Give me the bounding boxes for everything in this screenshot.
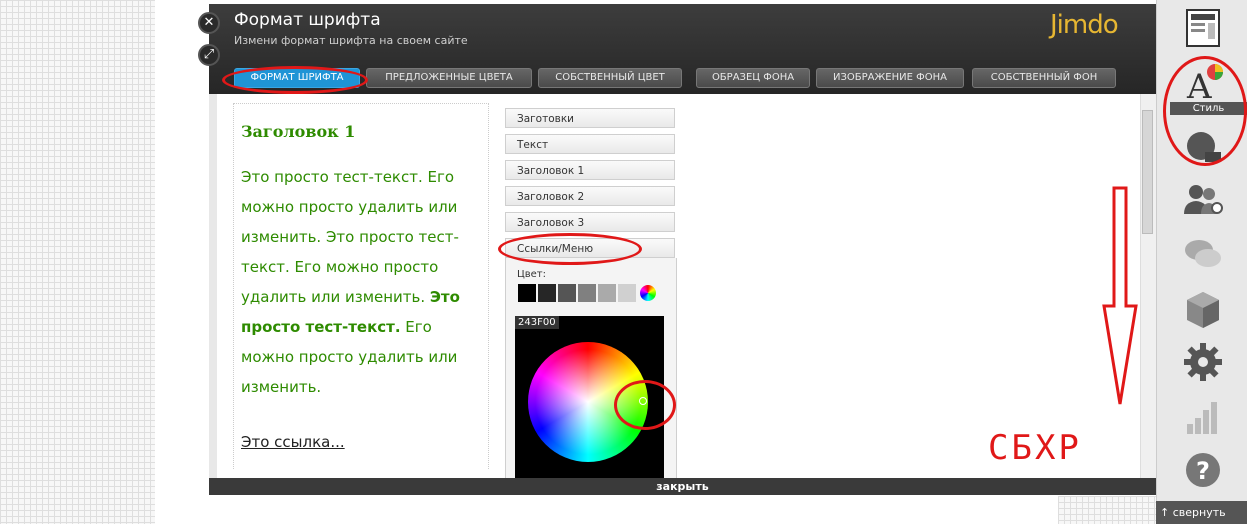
collapse-label: свернуть: [1172, 506, 1226, 519]
page-background-strip: [1058, 496, 1156, 524]
annotation-circle-links: [498, 233, 642, 265]
preview-text-part1: Это просто тест-текст. Его можно просто …: [241, 168, 459, 306]
color-swatch[interactable]: [558, 284, 576, 302]
annotation-circle-tab: [222, 66, 368, 94]
collapse-button[interactable]: ↑ свернуть: [1156, 501, 1247, 524]
arrow-up-icon: ↑: [1160, 506, 1173, 519]
users-icon[interactable]: [1183, 180, 1223, 220]
color-swatch[interactable]: [578, 284, 596, 302]
page-background-left: [0, 0, 155, 524]
color-swatch[interactable]: [538, 284, 556, 302]
tab-background-image[interactable]: Изображение фона: [816, 68, 964, 88]
preview-heading: Заголовок 1: [241, 122, 356, 141]
color-swatch[interactable]: [618, 284, 636, 302]
color-picker-icon[interactable]: [640, 285, 656, 301]
dialog-subtitle: Измени формат шрифта на своем сайте: [234, 34, 468, 47]
close-icon[interactable]: ✕: [198, 12, 220, 34]
scrollbar-thumb[interactable]: [1142, 110, 1153, 234]
expand-icon[interactable]: ⤢: [198, 44, 220, 66]
package-icon[interactable]: [1183, 288, 1223, 328]
chat-icon[interactable]: [1183, 234, 1223, 274]
stats-icon[interactable]: [1183, 396, 1223, 436]
annotation-handwriting: СБХР: [988, 428, 1082, 468]
preview-text: Это просто тест-текст. Его можно просто …: [241, 162, 481, 402]
settings-icon[interactable]: [1183, 342, 1223, 382]
accordion-heading-1[interactable]: Заголовок 1: [505, 160, 675, 180]
accordion-heading-2[interactable]: Заголовок 2: [505, 186, 675, 206]
tab-own-color[interactable]: Собственный цвет: [538, 68, 682, 88]
dialog-title: Формат шрифта: [234, 10, 381, 30]
preview-link[interactable]: Это ссылка...: [241, 433, 345, 451]
color-label: Цвет:: [517, 269, 547, 280]
help-icon[interactable]: ?: [1183, 450, 1223, 490]
tab-background-pattern[interactable]: Образец фона: [696, 68, 810, 88]
collapse-left-handle[interactable]: [209, 94, 217, 478]
accordion-heading-3[interactable]: Заголовок 3: [505, 212, 675, 232]
tab-suggested-colors[interactable]: Предложенные цвета: [366, 68, 532, 88]
color-swatch[interactable]: [518, 284, 536, 302]
annotation-arrow-down: [1102, 186, 1138, 405]
annotation-circle-sidebar: [1163, 56, 1247, 166]
tab-own-background[interactable]: Собственный фон: [972, 68, 1116, 88]
jimdo-logo: Jimdo: [1050, 10, 1119, 40]
color-swatch[interactable]: [598, 284, 616, 302]
close-footer-button[interactable]: закрыть: [209, 478, 1156, 495]
svg-text:?: ?: [1196, 457, 1210, 485]
layout-icon[interactable]: [1183, 8, 1223, 48]
accordion-text[interactable]: Текст: [505, 134, 675, 154]
hex-value: 243F00: [515, 316, 559, 329]
annotation-circle-picker: [614, 380, 676, 430]
accordion-presets[interactable]: Заготовки: [505, 108, 675, 128]
